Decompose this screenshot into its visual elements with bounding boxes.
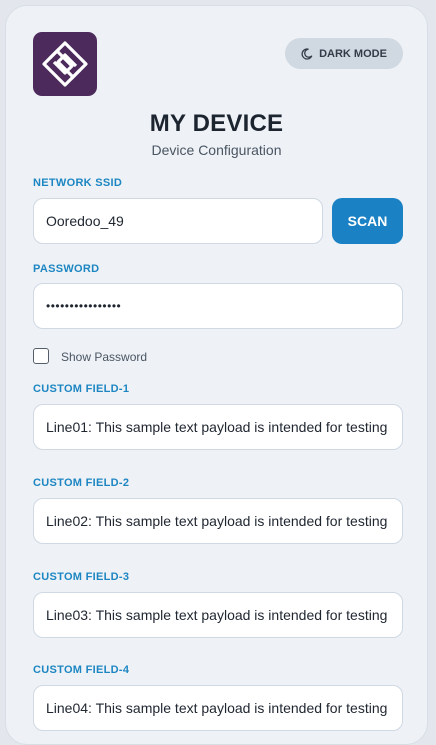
dark-mode-label: DARK MODE [319, 47, 387, 60]
page-title: MY DEVICE [149, 110, 284, 137]
ssid-label: NETWORK SSID [33, 177, 123, 189]
custom-field-4-label: CUSTOM FIELD-4 [33, 664, 130, 676]
config-card: DARK MODE MY DEVICE Device Configuration… [5, 5, 428, 745]
custom-field-2-label: CUSTOM FIELD-2 [33, 477, 130, 489]
custom-field-1-input[interactable]: Line01: This sample text payload is inte… [33, 404, 403, 450]
dark-mode-toggle[interactable]: DARK MODE [285, 38, 403, 69]
custom-field-2-input[interactable]: Line02: This sample text payload is inte… [33, 498, 403, 544]
custom-field-1-label: CUSTOM FIELD-1 [33, 383, 130, 395]
scan-button[interactable]: SCAN [332, 198, 403, 244]
brand-logo [33, 32, 97, 96]
moon-icon [301, 47, 313, 60]
custom-field-1-value: Line01: This sample text payload is inte… [46, 419, 388, 435]
ssid-value: Ooredoo_49 [46, 213, 124, 229]
ssid-input[interactable]: Ooredoo_49 [33, 198, 323, 244]
password-value: •••••••••••••••• [46, 299, 122, 313]
show-password-label: Show Password [61, 350, 148, 364]
custom-field-4-value: Line04: This sample text payload is inte… [46, 700, 388, 716]
custom-field-2-value: Line02: This sample text payload is inte… [46, 513, 388, 529]
custom-field-4-input[interactable]: Line04: This sample text payload is inte… [33, 685, 403, 731]
password-input[interactable]: •••••••••••••••• [33, 283, 403, 329]
custom-field-3-input[interactable]: Line03: This sample text payload is inte… [33, 592, 403, 638]
password-label: PASSWORD [33, 263, 100, 275]
custom-field-3-label: CUSTOM FIELD-3 [33, 571, 130, 583]
page-subtitle: Device Configuration [151, 142, 282, 158]
custom-field-3-value: Line03: This sample text payload is inte… [46, 607, 388, 623]
brand-logo-icon [42, 41, 88, 87]
show-password-checkbox[interactable] [33, 348, 49, 364]
